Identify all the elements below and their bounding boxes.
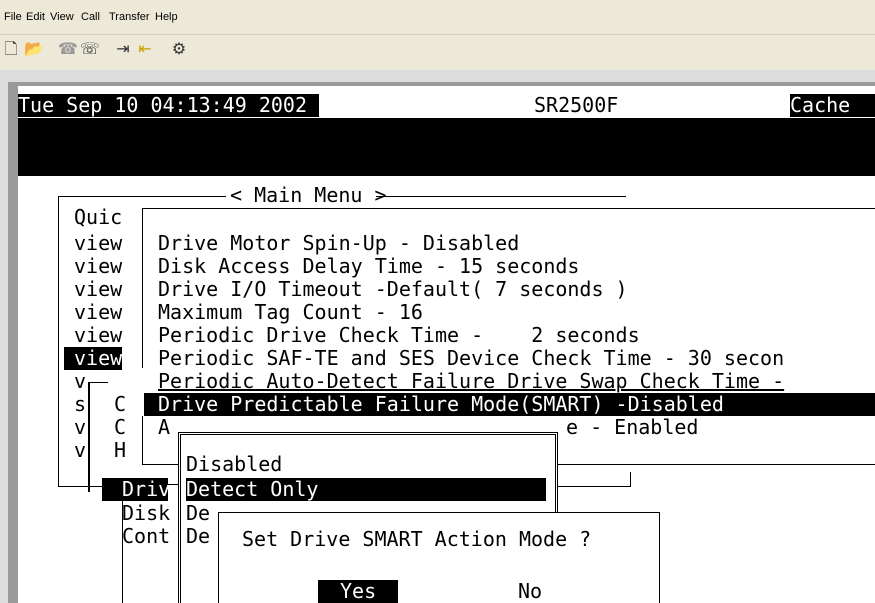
main-menu-item-selected[interactable]: view [64, 347, 123, 370]
main-menu-item[interactable]: s [74, 393, 86, 416]
main-menu-border [58, 196, 226, 197]
config-item-a[interactable]: A [158, 416, 170, 439]
smart-option[interactable]: De [186, 525, 210, 548]
smart-action-dialog [218, 512, 660, 603]
main-menu-item[interactable]: v [74, 439, 86, 462]
phone-icon[interactable]: ☏ [80, 40, 100, 58]
submenu-border [88, 382, 108, 383]
menu-help[interactable]: Help [155, 11, 178, 23]
smart-options-border [558, 486, 630, 487]
status-cache: Cache [790, 94, 875, 117]
main-menu-item-quick[interactable]: Quic [74, 206, 122, 229]
config-item-tag-count[interactable]: Maximum Tag Count - 16 [158, 301, 423, 324]
submenu-item-c[interactable]: C [114, 416, 126, 439]
menu-transfer[interactable]: Transfer [109, 11, 150, 23]
open-icon[interactable]: 📂 [24, 40, 44, 58]
receive-icon[interactable]: ⇤ [136, 40, 154, 58]
submenu-item-h[interactable]: H [114, 439, 126, 462]
submenu-border [88, 382, 90, 492]
drive-menu-item-selected[interactable]: Driv [102, 478, 170, 501]
menu-edit[interactable]: Edit [26, 11, 45, 23]
main-menu-item[interactable]: v [74, 416, 86, 439]
main-menu-item[interactable]: view [74, 301, 122, 324]
drive-menu-item[interactable]: Cont [122, 525, 170, 548]
menubar: File Edit View Call Transfer Help [0, 0, 875, 35]
smart-option-disabled[interactable]: Disabled [186, 453, 282, 476]
config-menu-border [142, 208, 875, 209]
dialog-no-button[interactable]: No [518, 580, 542, 603]
config-item-swap-check[interactable]: Periodic Auto-Detect Failure Drive Swap … [158, 370, 784, 393]
terminal-screen[interactable]: Tue Sep 10 04:13:49 2002 SR2500F Cache <… [18, 86, 875, 603]
main-menu-border [376, 196, 626, 197]
config-item-access-delay[interactable]: Disk Access Delay Time - 15 seconds [158, 255, 579, 278]
smart-options-border [630, 472, 631, 487]
dialog-question: Set Drive SMART Action Mode ? [242, 527, 592, 551]
main-menu-item[interactable]: view [74, 232, 122, 255]
smart-option[interactable]: De [186, 502, 210, 525]
menu-file[interactable]: File [4, 11, 22, 23]
submenu-item-c[interactable]: C [114, 393, 126, 416]
config-menu-border [142, 208, 143, 368]
main-menu-item[interactable]: view [74, 278, 122, 301]
properties-icon[interactable]: ⚙ [170, 40, 188, 58]
config-item-auto-assign-tail[interactable]: e - Enabled [566, 416, 698, 439]
config-item-io-timeout[interactable]: Drive I/O Timeout -Default( 7 seconds ) [158, 278, 628, 301]
config-item-saf-te-check[interactable]: Periodic SAF-TE and SES Device Check Tim… [158, 347, 784, 370]
drive-menu-item[interactable]: Disk [122, 502, 170, 525]
menu-view[interactable]: View [50, 11, 74, 23]
status-bar [18, 118, 875, 176]
main-menu-border [58, 196, 59, 486]
config-menu-border [142, 416, 143, 464]
disconnect-icon[interactable]: ☎ [58, 40, 78, 58]
status-model: SR2500F [534, 93, 619, 117]
main-menu-item[interactable]: view [74, 324, 122, 347]
menu-call[interactable]: Call [81, 11, 100, 23]
dialog-yes-button[interactable]: Yes [318, 580, 399, 603]
status-datetime: Tue Sep 10 04:13:49 2002 [18, 94, 319, 117]
config-item-drive-check[interactable]: Periodic Drive Check Time - 2 seconds [158, 324, 640, 347]
new-icon[interactable]: 🗋 [2, 40, 20, 58]
smart-option-detect-only[interactable]: Detect Only [186, 478, 546, 501]
config-item-smart-selected[interactable]: Drive Predictable Failure Mode(SMART) -D… [144, 393, 875, 416]
toolbar: 🗋 📂 ☎ ☏ ⇥ ⇤ ⚙ [0, 36, 875, 66]
main-menu-item[interactable]: view [74, 255, 122, 278]
config-item-motor-spinup[interactable]: Drive Motor Spin-Up - Disabled [158, 232, 519, 255]
send-icon[interactable]: ⇥ [114, 40, 132, 58]
main-menu-item[interactable]: v [74, 370, 86, 393]
main-menu-title: < Main Menu > [230, 183, 387, 207]
